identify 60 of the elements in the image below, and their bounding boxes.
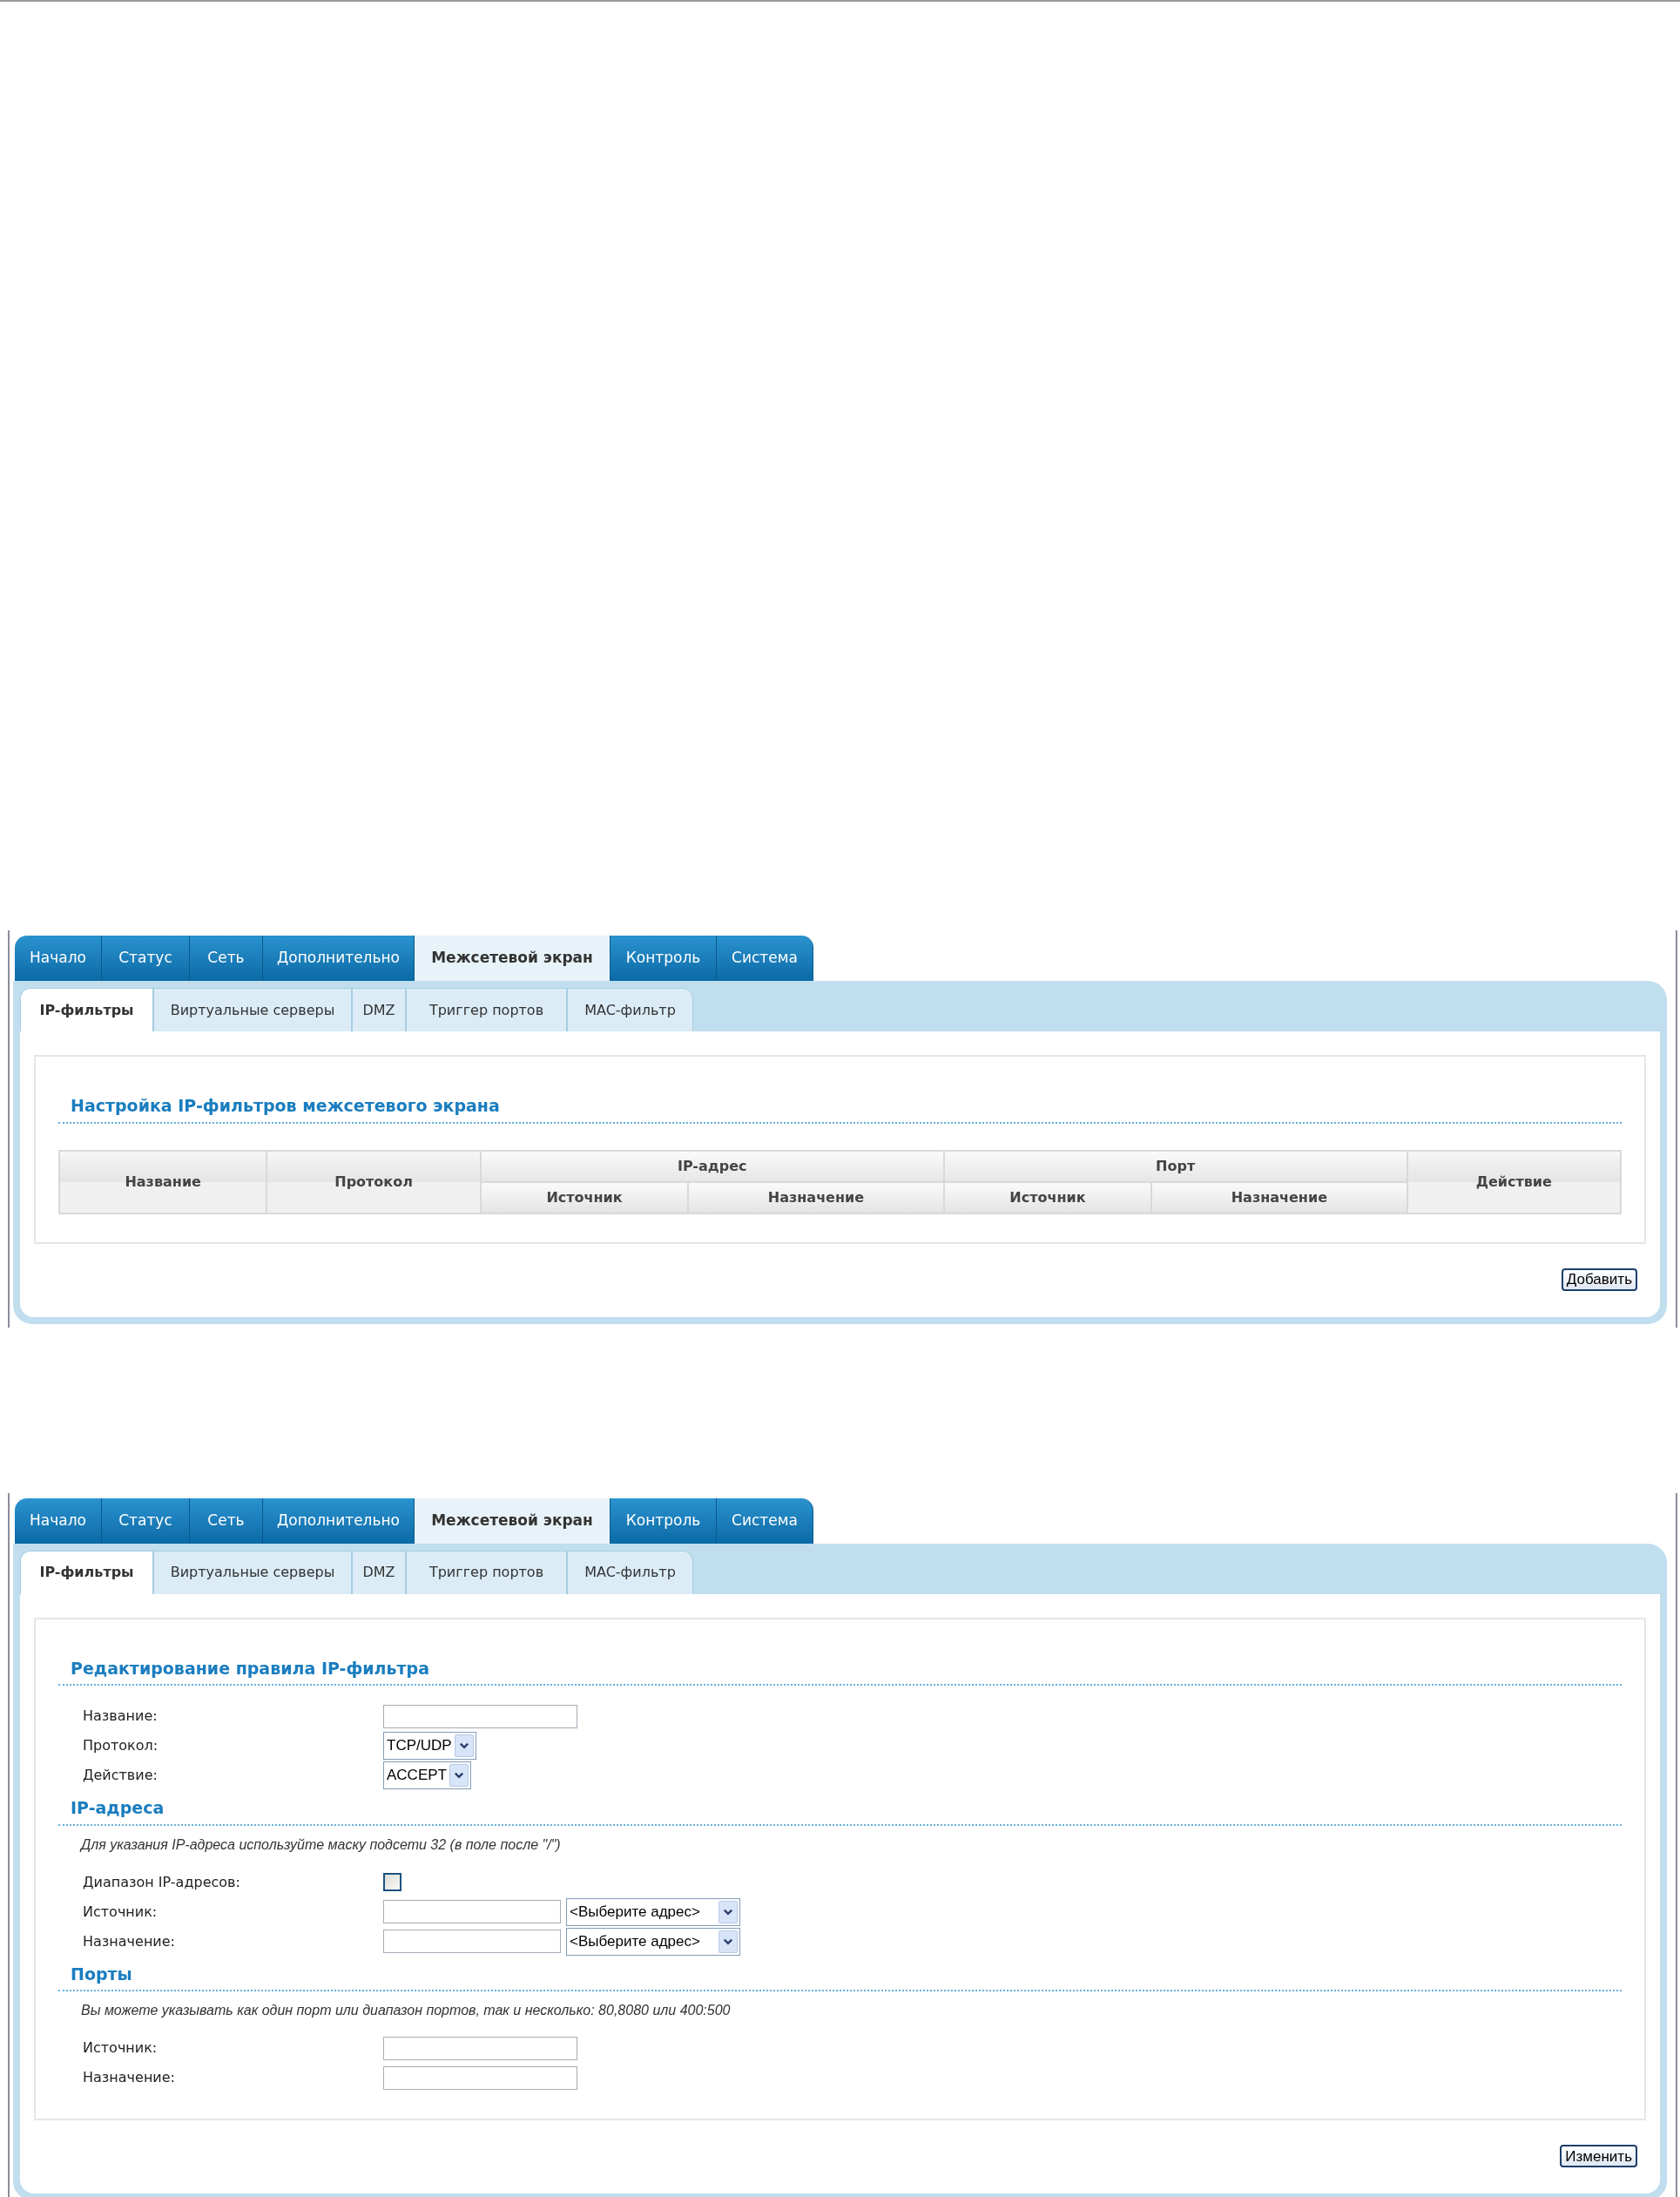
subtab[interactable]: Виртуальные серверы	[153, 1550, 352, 1594]
input-field[interactable]	[383, 1900, 561, 1923]
column-header: Назначение	[689, 1182, 945, 1213]
field-label: Источник:	[82, 1902, 159, 1922]
tab[interactable]: Межсетевой экран	[415, 1497, 611, 1544]
input-field[interactable]	[383, 1930, 561, 1953]
section-heading: IP-адреса	[58, 1795, 1622, 1826]
column-header: Протокол	[267, 1151, 482, 1213]
field-label: Назначение:	[82, 1931, 176, 1951]
section-heading: Порты	[58, 1961, 1622, 1991]
column-header: Источник	[944, 1182, 1153, 1213]
dropdown[interactable]: <Выберите адрес>	[566, 1897, 740, 1926]
field-label: Протокол:	[82, 1736, 159, 1755]
tab[interactable]: Система	[717, 1497, 813, 1544]
hint-text: Для указания IP-адреса используйте маску подсети 32 (в поле после "/")	[78, 1835, 562, 1854]
section-heading: Настройка IP-фильтров межсетевого экрана	[58, 1093, 1622, 1124]
tab[interactable]: Начало	[15, 1497, 102, 1544]
dropdown[interactable]: ACCEPT	[383, 1761, 471, 1789]
dropdown[interactable]: <Выберите адрес>	[566, 1927, 740, 1956]
chevron-down-icon	[458, 1741, 469, 1751]
column-header: Название	[60, 1151, 268, 1213]
tab[interactable]: Контроль	[611, 936, 717, 981]
tab[interactable]: Статус	[102, 936, 190, 981]
column-header: IP-адрес	[481, 1151, 945, 1183]
subtab[interactable]: Виртуальные серверы	[153, 988, 352, 1031]
tab[interactable]: Статус	[102, 1497, 190, 1544]
tab[interactable]: Межсетевой экран	[415, 936, 611, 981]
tab[interactable]: Дополнительно	[263, 936, 415, 981]
section-heading: Редактирование правила IP-фильтра	[58, 1655, 1622, 1686]
field-label: Источник:	[82, 2038, 159, 2058]
checkbox[interactable]	[383, 1873, 401, 1891]
tab[interactable]: Начало	[15, 936, 102, 981]
action-button[interactable]: Добавить	[1561, 1268, 1637, 1291]
hint-text: Вы можете указывать как один порт или диапазон портов, так и несколько: 80,8080 или 400:500	[80, 2002, 732, 2019]
column-header: Источник	[481, 1182, 690, 1213]
dropdown[interactable]: TCP/UDP	[383, 1732, 476, 1760]
field-label: Диапазон IP-адресов:	[82, 1872, 241, 1892]
tab[interactable]: Дополнительно	[263, 1497, 415, 1544]
subtab[interactable]: MAC-фильтр	[567, 988, 693, 1031]
field-label: Назначение:	[82, 2068, 176, 2087]
input-field[interactable]	[383, 1704, 577, 1728]
action-button[interactable]: Изменить	[1560, 2145, 1637, 2167]
subtab[interactable]: MAC-фильтр	[567, 1550, 693, 1594]
chevron-down-icon	[453, 1770, 464, 1781]
field-label: Название:	[82, 1707, 159, 1726]
subtab[interactable]: Триггер портов	[406, 1550, 567, 1594]
field-label: Действие:	[82, 1766, 159, 1785]
input-field[interactable]	[383, 2036, 577, 2060]
subtab[interactable]: IP-фильтры	[20, 1550, 153, 1594]
tab[interactable]: Контроль	[611, 1497, 717, 1544]
tab[interactable]: Сеть	[190, 1497, 263, 1544]
tab[interactable]: Система	[717, 936, 813, 981]
subtab[interactable]: DMZ	[352, 1550, 406, 1594]
subtab[interactable]: IP-фильтры	[20, 988, 153, 1031]
tab[interactable]: Сеть	[190, 936, 263, 981]
subtab[interactable]: Триггер портов	[406, 988, 567, 1031]
subtab[interactable]: DMZ	[352, 988, 406, 1031]
column-header: Порт	[944, 1151, 1408, 1183]
input-field[interactable]	[383, 2065, 577, 2090]
column-header: Назначение	[1152, 1182, 1408, 1213]
